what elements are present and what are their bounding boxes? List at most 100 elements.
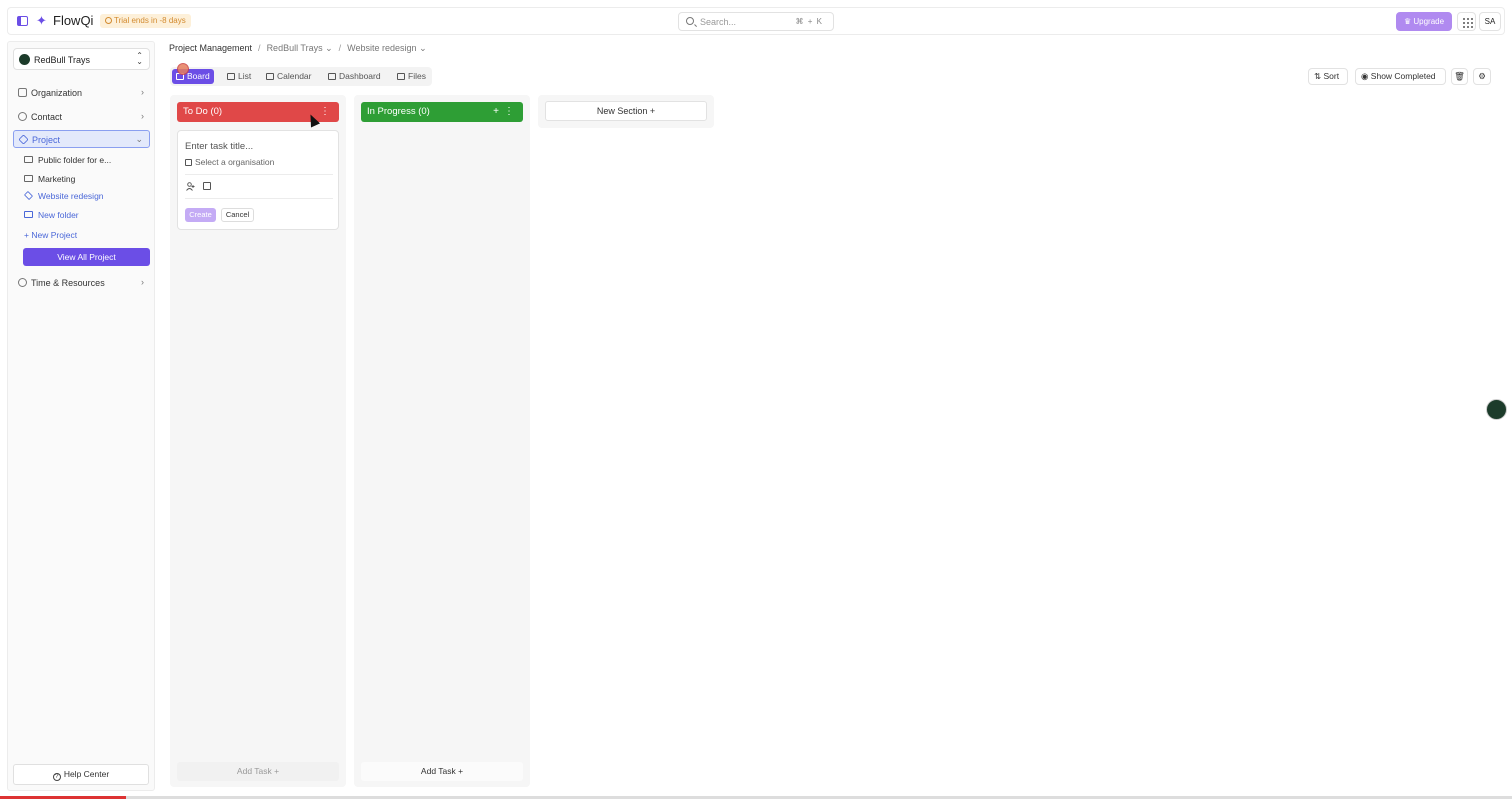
more-vertical-icon[interactable]: ⋮	[504, 102, 514, 122]
project-folder-marketing[interactable]: Marketing	[22, 171, 150, 187]
project-folder-public[interactable]: Public folder for e...	[22, 152, 150, 168]
breadcrumb: Project Management / RedBull Trays ⌄ / Websi…	[169, 43, 427, 54]
organisation-select[interactable]: Select a organisation	[185, 157, 274, 167]
sort-button[interactable]: ⇅ Sort	[1308, 68, 1348, 85]
breadcrumb-root[interactable]: Project Management	[169, 43, 252, 53]
sidebar-item-label: Organization	[31, 88, 83, 98]
workspace-selector[interactable]: RedBull Trays ⌃ ⌄	[13, 48, 150, 70]
breadcrumb-project-label: Website redesign	[347, 43, 417, 53]
assign-user-icon[interactable]	[186, 182, 195, 191]
plus-icon[interactable]: +	[493, 102, 499, 122]
chevron-right-icon: ›	[141, 87, 144, 97]
sort-icon: ⇅	[1314, 71, 1322, 81]
breadcrumb-separator: /	[338, 43, 342, 53]
sidebar: RedBull Trays ⌃ ⌄ Organization › Contact …	[7, 41, 155, 791]
organisation-placeholder: Select a organisation	[195, 157, 275, 167]
new-section-column: New Section +	[538, 95, 714, 128]
cancel-button[interactable]: Cancel	[221, 208, 254, 222]
task-title-input[interactable]: Enter task title...	[185, 141, 253, 152]
tab-calendar[interactable]: Calendar	[262, 69, 316, 84]
project-website-redesign[interactable]: Website redesign	[22, 188, 150, 204]
new-folder-label: New folder	[38, 210, 79, 220]
chevron-updown-icon: ⌃ ⌄	[136, 51, 143, 66]
folder-label: Public folder for e...	[38, 155, 112, 165]
workspace-name: RedBull Trays	[34, 55, 91, 65]
add-task-button[interactable]: Add Task +	[177, 762, 339, 781]
assistant-float-button[interactable]	[1486, 399, 1507, 420]
tab-dashboard[interactable]: Dashboard	[324, 69, 385, 84]
column-title: To Do (0)	[183, 106, 223, 117]
add-task-button[interactable]: Add Task +	[361, 762, 523, 781]
users-icon	[18, 112, 27, 121]
tab-files[interactable]: Files	[393, 69, 430, 84]
new-task-form: Enter task title... Select a organisatio…	[177, 130, 339, 230]
sidebar-item-organization[interactable]: Organization ›	[13, 84, 150, 102]
folder-icon	[397, 73, 405, 80]
search-shortcut: ⌘ + K	[795, 17, 823, 26]
search-icon	[686, 17, 694, 25]
workspace-logo	[19, 54, 30, 65]
tab-label: Dashboard	[339, 71, 381, 81]
chevron-right-icon: ›	[141, 111, 144, 121]
sidebar-item-label: Contact	[31, 112, 63, 122]
trial-badge[interactable]: Trial ends in -8 days	[100, 14, 191, 28]
column-title: In Progress (0)	[367, 106, 430, 117]
chevron-down-icon: ⌄	[325, 43, 333, 53]
gear-icon: ⚙	[1478, 71, 1486, 81]
folder-label: Marketing	[38, 174, 76, 184]
clock-icon	[18, 278, 27, 287]
calendar-icon[interactable]	[203, 182, 211, 190]
chevron-down-icon: ⌄	[135, 134, 143, 144]
project-label: Website redesign	[38, 191, 104, 201]
new-section-button[interactable]: New Section +	[545, 101, 707, 121]
user-avatar[interactable]: SA	[1479, 12, 1501, 31]
divider	[185, 198, 333, 199]
new-project-link[interactable]: + New Project	[24, 230, 77, 240]
sidebar-item-contact[interactable]: Contact ›	[13, 108, 150, 126]
calendar-icon	[266, 73, 274, 80]
view-all-project-button[interactable]: View All Project	[23, 248, 150, 266]
show-completed-label: Show Completed	[1370, 71, 1436, 81]
breadcrumb-workspace[interactable]: RedBull Trays ⌄	[267, 43, 333, 53]
sort-label: Sort	[1323, 71, 1340, 81]
tab-list[interactable]: List	[223, 69, 255, 84]
folder-icon	[24, 156, 33, 163]
show-completed-button[interactable]: ◉ Show Completed	[1355, 68, 1446, 85]
trash-button[interactable]: 🗑	[1451, 68, 1468, 85]
dashboard-icon	[328, 73, 336, 80]
crown-icon: ♛	[1403, 17, 1414, 26]
tab-label: List	[238, 71, 252, 81]
help-label: Help Center	[63, 769, 110, 779]
layers-icon	[23, 190, 34, 201]
folder-plus-icon	[24, 211, 33, 218]
sidebar-item-time-resources[interactable]: Time & Resources ›	[13, 274, 150, 292]
column-header-in-progress[interactable]: In Progress (0) + ⋮	[361, 102, 523, 122]
search-input[interactable]: Search... ⌘ + K	[678, 12, 834, 31]
building-icon	[185, 159, 192, 166]
sidebar-item-project[interactable]: Project ⌄	[13, 130, 150, 148]
sidebar-item-label: Project	[32, 135, 61, 145]
chevron-down-icon: ⌄	[419, 43, 427, 53]
upgrade-button[interactable]: ♛ Upgrade	[1396, 12, 1452, 31]
trash-icon: 🗑	[1454, 71, 1465, 81]
list-icon	[227, 73, 235, 80]
clock-icon	[105, 17, 112, 24]
settings-button[interactable]: ⚙	[1473, 68, 1491, 85]
sidebar-toggle-icon[interactable]	[17, 16, 28, 26]
help-center-button[interactable]: ? Help Center	[13, 764, 149, 785]
breadcrumb-workspace-label: RedBull Trays	[266, 43, 323, 53]
logo-icon: ✦	[36, 13, 47, 28]
upgrade-label: Upgrade	[1413, 17, 1445, 26]
apps-grid-button[interactable]	[1457, 12, 1476, 31]
brand-name: FlowQi	[53, 13, 94, 28]
breadcrumb-separator: /	[258, 43, 261, 53]
new-folder-link[interactable]: New folder	[22, 207, 150, 223]
more-vertical-icon[interactable]: ⋮	[320, 102, 330, 122]
folder-icon	[24, 175, 33, 182]
create-button[interactable]: Create	[185, 208, 216, 222]
sidebar-item-label: Time & Resources	[31, 278, 105, 288]
tab-label: Board	[187, 71, 210, 81]
chevron-right-icon: ›	[141, 277, 144, 287]
tab-label: Files	[408, 71, 426, 81]
breadcrumb-project[interactable]: Website redesign ⌄	[347, 43, 426, 53]
